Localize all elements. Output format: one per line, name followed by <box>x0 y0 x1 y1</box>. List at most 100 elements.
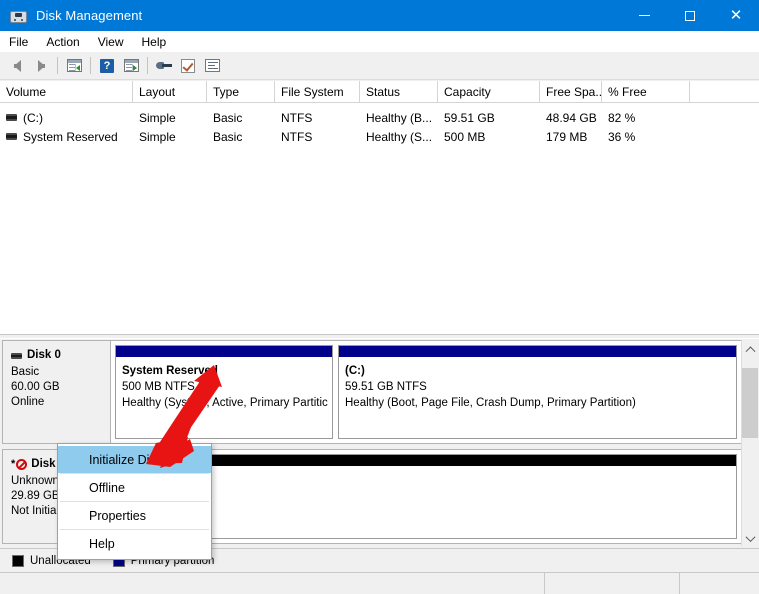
cell-file-system: NTFS <box>281 129 313 144</box>
partition-name: (C:) <box>345 365 365 377</box>
cell-capacity: 59.51 GB <box>444 110 495 125</box>
hard-disk-icon <box>11 352 22 359</box>
disk-0-type: Basic <box>11 366 40 378</box>
context-menu-item-offline[interactable]: Offline <box>58 474 211 501</box>
menu-view[interactable]: View <box>89 33 133 51</box>
toolbar-separator <box>57 57 58 74</box>
chevron-down-icon <box>745 531 755 542</box>
disk-1-asterisk: * <box>11 458 16 470</box>
scrollbar-thumb[interactable] <box>742 368 758 438</box>
volume-list-pane: Volume Layout Type File System Status Ca… <box>0 81 759 334</box>
cell-percent-free: 82 % <box>608 110 636 125</box>
partition-system-reserved-details: System Reserved 500 MB NTFS Healthy (Sys… <box>116 357 332 411</box>
cell-layout: Simple <box>139 110 176 125</box>
back-arrow-icon <box>13 59 21 72</box>
column-header-status[interactable]: Status <box>360 81 438 102</box>
partition-size-fs: 500 MB NTFS <box>122 381 195 393</box>
partition-c-drive-details: (C:) 59.51 GB NTFS Healthy (Boot, Page F… <box>339 357 736 411</box>
disk-0-partitions: System Reserved 500 MB NTFS Healthy (Sys… <box>111 341 741 443</box>
disk-error-icon <box>16 459 28 470</box>
disk-0-size: 60.00 GB <box>11 381 60 393</box>
partition-system-reserved[interactable]: System Reserved 500 MB NTFS Healthy (Sys… <box>115 345 333 439</box>
partition-name: System Reserved <box>122 365 218 377</box>
table-row[interactable]: (C:) Simple Basic NTFS Healthy (B... 59.… <box>0 108 759 127</box>
scroll-down-button[interactable] <box>742 530 758 546</box>
cell-free-space: 48.94 GB <box>546 110 597 125</box>
column-header-layout[interactable]: Layout <box>133 81 207 102</box>
column-header-free-space[interactable]: Free Spa... <box>540 81 602 102</box>
toolbar-separator <box>90 57 91 74</box>
graphical-pane-scrollbar[interactable] <box>741 340 758 546</box>
status-bar <box>0 572 759 594</box>
cell-type: Basic <box>213 110 243 125</box>
menu-file[interactable]: File <box>0 33 37 51</box>
toolbar-separator <box>147 57 148 74</box>
context-menu-item-help[interactable]: Help <box>58 530 211 557</box>
cell-volume: (C:) <box>0 108 133 127</box>
action-pane-button[interactable] <box>119 55 143 77</box>
back-button[interactable] <box>5 55 29 77</box>
column-header-file-system[interactable]: File System <box>275 81 360 102</box>
title-bar[interactable]: Disk Management ✕ <box>0 0 759 31</box>
window-controls: ✕ <box>621 0 759 31</box>
disk-drive-icon <box>10 8 27 24</box>
maximize-icon <box>685 10 695 21</box>
key-icon <box>156 60 172 71</box>
forward-button[interactable] <box>29 55 53 77</box>
properties-button[interactable] <box>200 55 224 77</box>
scroll-up-button[interactable] <box>742 340 758 356</box>
cell-capacity: 500 MB <box>444 129 486 144</box>
cell-status: Healthy (S... <box>366 129 433 144</box>
cell-percent-free: 36 % <box>608 129 636 144</box>
menu-action[interactable]: Action <box>37 33 88 51</box>
close-icon: ✕ <box>729 7 743 24</box>
cell-layout: Simple <box>139 129 176 144</box>
disk-context-menu: Initialize Disk Offline Properties Help <box>57 443 212 560</box>
column-header-capacity[interactable]: Capacity <box>438 81 540 102</box>
cell-free-space: 179 MB <box>546 129 588 144</box>
rescan-disks-button[interactable] <box>152 55 176 77</box>
toolbar: ? <box>0 52 759 80</box>
disk-row-disk-0[interactable]: Disk 0 Basic 60.00 GB Online System Rese… <box>2 340 742 444</box>
disk-0-name: Disk 0 <box>27 349 61 361</box>
cell-volume: System Reserved <box>0 127 133 146</box>
status-panel-2 <box>545 573 680 594</box>
forward-arrow-icon <box>37 59 45 72</box>
list-play-icon <box>123 59 139 72</box>
unallocated-swatch-icon <box>12 554 24 567</box>
check-button[interactable] <box>176 55 200 77</box>
minimize-icon <box>638 15 650 16</box>
volume-list-header: Volume Layout Type File System Status Ca… <box>0 81 759 103</box>
minimize-button[interactable] <box>621 0 667 31</box>
checkmark-icon <box>181 58 195 73</box>
context-menu-item-initialize-disk[interactable]: Initialize Disk <box>58 446 211 473</box>
column-header-type[interactable]: Type <box>207 81 275 102</box>
table-row[interactable]: System Reserved Simple Basic NTFS Health… <box>0 127 759 146</box>
cell-type: Basic <box>213 129 243 144</box>
partition-color-bar <box>339 346 736 357</box>
disk-0-info[interactable]: Disk 0 Basic 60.00 GB Online <box>3 341 111 443</box>
menu-help[interactable]: Help <box>133 33 176 51</box>
context-menu-item-properties[interactable]: Properties <box>58 502 211 529</box>
status-panel-3 <box>680 573 759 594</box>
window-title: Disk Management <box>36 8 143 23</box>
list-view-icon <box>66 59 82 72</box>
close-button[interactable]: ✕ <box>713 0 759 31</box>
properties-icon <box>204 59 220 72</box>
help-button[interactable]: ? <box>95 55 119 77</box>
disk-management-window: Disk Management ✕ File Action View Help <box>0 0 759 594</box>
partition-status: Healthy (Boot, Page File, Crash Dump, Pr… <box>345 397 636 409</box>
cell-status: Healthy (B... <box>366 110 433 125</box>
column-header-volume[interactable]: Volume <box>0 81 133 102</box>
disk-0-status: Online <box>11 396 45 408</box>
partition-c-drive[interactable]: (C:) 59.51 GB NTFS Healthy (Boot, Page F… <box>338 345 737 439</box>
scrollbar-track[interactable] <box>742 356 758 530</box>
menu-bar: File Action View Help <box>0 31 759 53</box>
column-header-empty[interactable] <box>690 81 759 102</box>
status-panel-1 <box>0 573 545 594</box>
partition-status: Healthy (System, Active, Primary Partiti… <box>122 397 328 409</box>
maximize-button[interactable] <box>667 0 713 31</box>
column-header-percent-free[interactable]: % Free <box>602 81 690 102</box>
show-console-tree-button[interactable] <box>62 55 86 77</box>
volume-icon <box>6 114 17 121</box>
